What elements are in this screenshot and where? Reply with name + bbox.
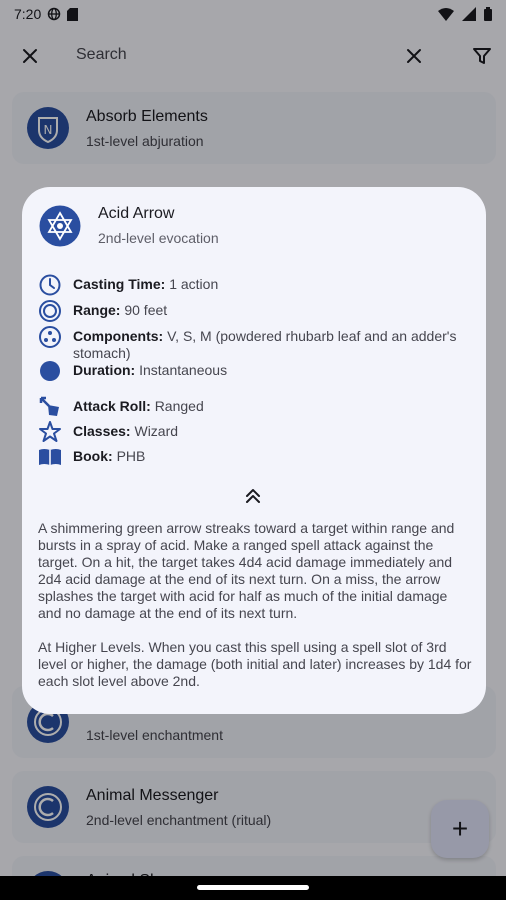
spell-detail-dialog: Acid Arrow 2nd-level evocation Casting T… (22, 187, 486, 714)
evocation-school-icon (39, 205, 81, 247)
casting-time-row: Casting Time: 1 action (38, 273, 473, 297)
collapse-chevron-icon[interactable] (242, 485, 264, 507)
components-icon (39, 326, 61, 348)
range-row: Range: 90 feet (38, 299, 473, 323)
book-label: Book: (73, 448, 113, 464)
home-gesture-handle[interactable] (197, 885, 309, 890)
casting-time-label: Casting Time: (73, 276, 166, 292)
higher-levels-text: At Higher Levels. When you cast this spe… (38, 639, 472, 689)
classes-icon (39, 421, 61, 442)
system-nav-bar (0, 876, 506, 900)
attack-roll-row: Attack Roll: Ranged (38, 395, 473, 419)
screen: 7:20 Search N Absorb Elements 1st-level … (0, 0, 506, 900)
components-row: Components: V, S, M (powdered rhubarb le… (38, 325, 473, 362)
classes-value: Wizard (134, 423, 179, 439)
duration-icon (40, 361, 60, 381)
range-icon (39, 300, 61, 322)
duration-value: Instantaneous (139, 362, 228, 378)
classes-label: Classes: (73, 423, 131, 439)
book-value: PHB (116, 448, 146, 464)
book-row: Book: PHB (38, 445, 473, 469)
attack-roll-label: Attack Roll: (73, 398, 151, 414)
range-value: 90 feet (124, 302, 168, 318)
book-icon (39, 449, 61, 465)
classes-row: Classes: Wizard (38, 420, 473, 444)
range-label: Range: (73, 302, 121, 318)
description-text: A shimmering green arrow streaks toward … (38, 520, 455, 621)
spell-title: Acid Arrow (98, 205, 175, 222)
components-label: Components: (73, 328, 164, 344)
casting-time-value: 1 action (169, 276, 219, 292)
duration-label: Duration: (73, 362, 136, 378)
spell-subtitle: 2nd-level evocation (98, 230, 219, 246)
attack-roll-value: Ranged (154, 398, 204, 414)
duration-row: Duration: Instantaneous (38, 359, 473, 383)
attack-roll-icon (39, 396, 59, 416)
clock-icon (39, 274, 61, 296)
spell-description: A shimmering green arrow streaks toward … (38, 520, 474, 707)
